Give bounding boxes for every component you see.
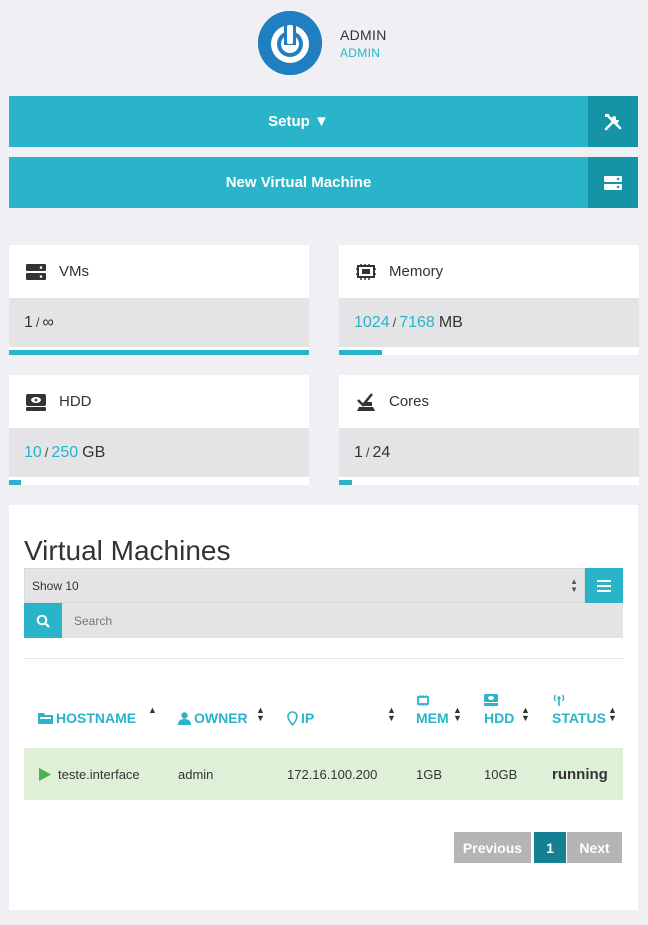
memory-chip-icon	[416, 693, 430, 709]
column-header-owner[interactable]: OWNER ▲ ▼	[178, 691, 278, 743]
column-label-hdd: HDD	[484, 710, 515, 726]
memory-chip-icon	[354, 260, 378, 284]
setup-button[interactable]: Setup ▼	[9, 96, 638, 147]
vms-used: 1	[24, 313, 33, 331]
panel-title: Virtual Machines	[24, 535, 231, 566]
play-icon[interactable]	[38, 767, 51, 781]
sort-both-icon[interactable]: ▲ ▼	[608, 706, 617, 723]
row-owner: admin	[178, 766, 214, 782]
vms-sep: /	[35, 315, 40, 330]
new-virtual-machine-button[interactable]: New Virtual Machine	[9, 157, 638, 208]
memory-stat-card: Memory 1024 / 7168 MB	[339, 245, 639, 355]
power-logo-icon	[258, 11, 322, 75]
pagination-next[interactable]: Next	[567, 832, 622, 863]
hdd-label: HDD	[59, 393, 92, 410]
sort-both-icon[interactable]: ▲ ▼	[453, 706, 462, 723]
hdd-sep: /	[44, 445, 49, 460]
search-button[interactable]	[24, 603, 62, 638]
cores-label: Cores	[389, 393, 430, 410]
memory-unit: MB	[438, 313, 463, 331]
pagination-page-1[interactable]: 1	[534, 832, 566, 863]
page-size-select[interactable]: Show 10 ▲ ▼	[24, 568, 585, 603]
hdd-used: 10	[24, 443, 42, 461]
column-header-ip[interactable]: IP ▲ ▼	[287, 691, 402, 743]
vms-label: VMs	[59, 263, 89, 280]
vms-stat-card: VMs 1 / ∞	[9, 245, 309, 355]
row-status: running	[552, 765, 608, 783]
column-label-owner: OWNER	[194, 710, 248, 726]
list-icon	[597, 579, 611, 592]
row-hostname[interactable]: teste.interface	[58, 767, 140, 782]
memory-label: Memory	[389, 263, 444, 280]
row-hdd: 10GB	[484, 766, 518, 782]
location-pin-icon	[287, 710, 298, 726]
folder-icon	[38, 713, 53, 724]
user-name[interactable]: ADMIN	[340, 27, 387, 43]
hard-drive-icon	[484, 693, 498, 709]
row-ip: 172.16.100.200	[287, 766, 378, 782]
cores-usage-bar	[339, 480, 639, 485]
user-role[interactable]: ADMIN	[340, 46, 387, 60]
sort-both-icon[interactable]: ▲ ▼	[256, 706, 265, 723]
cores-sep: /	[365, 445, 370, 460]
select-arrows-icon: ▲ ▼	[570, 577, 578, 594]
server-icon	[24, 260, 48, 284]
vms-total: ∞	[42, 313, 54, 331]
column-label-ip: IP	[301, 710, 315, 726]
hard-drive-icon	[24, 390, 48, 414]
hdd-unit: GB	[82, 443, 106, 461]
new-vm-button-label[interactable]: New Virtual Machine	[9, 157, 588, 208]
user-header: ADMIN ADMIN	[258, 10, 387, 76]
search-icon	[36, 614, 50, 628]
pagination-previous[interactable]: Previous	[454, 832, 531, 863]
divider	[24, 658, 623, 659]
memory-total: 7168	[399, 313, 435, 331]
hdd-usage-bar	[9, 480, 309, 485]
list-view-button[interactable]	[585, 568, 623, 603]
column-header-hostname[interactable]: HOSTNAME ▲	[38, 691, 168, 743]
column-label-hostname: HOSTNAME	[56, 710, 137, 726]
column-header-status[interactable]: STATUS ▲ ▼	[552, 691, 624, 743]
row-mem: 1GB	[416, 766, 443, 782]
cores-stat-card: Cores 1 / 24	[339, 375, 639, 485]
sort-asc-icon[interactable]: ▲	[148, 706, 157, 715]
signal-icon	[552, 693, 566, 709]
page-size-value: Show 10	[32, 578, 79, 593]
cpu-core-icon	[354, 390, 378, 414]
vms-usage-bar	[9, 350, 309, 355]
memory-usage-bar	[339, 350, 639, 355]
search-input[interactable]	[62, 603, 623, 638]
memory-used: 1024	[354, 313, 390, 331]
cores-used: 1	[354, 443, 363, 461]
tools-icon[interactable]	[588, 96, 638, 147]
sort-both-icon[interactable]: ▲ ▼	[521, 706, 530, 723]
hdd-stat-card: HDD 10 / 250 GB	[9, 375, 309, 485]
table-row[interactable]: teste.interface admin 172.16.100.200 1GB…	[24, 748, 623, 800]
virtual-machines-panel: Virtual Machines Show 10 ▲▼ HOSTNAME ▲ O…	[9, 505, 638, 910]
server-icon[interactable]	[588, 157, 638, 208]
cores-total: 24	[372, 443, 391, 461]
memory-sep: /	[392, 315, 397, 330]
column-header-mem[interactable]: MEM ▲ ▼	[416, 691, 476, 743]
column-label-status: STATUS	[552, 710, 606, 726]
column-label-mem: MEM	[416, 710, 449, 726]
hdd-total: 250	[51, 443, 79, 461]
sort-both-icon[interactable]: ▲ ▼	[387, 706, 396, 723]
setup-button-label[interactable]: Setup ▼	[9, 96, 588, 147]
user-icon	[178, 711, 191, 725]
column-header-hdd[interactable]: HDD ▲ ▼	[484, 691, 544, 743]
